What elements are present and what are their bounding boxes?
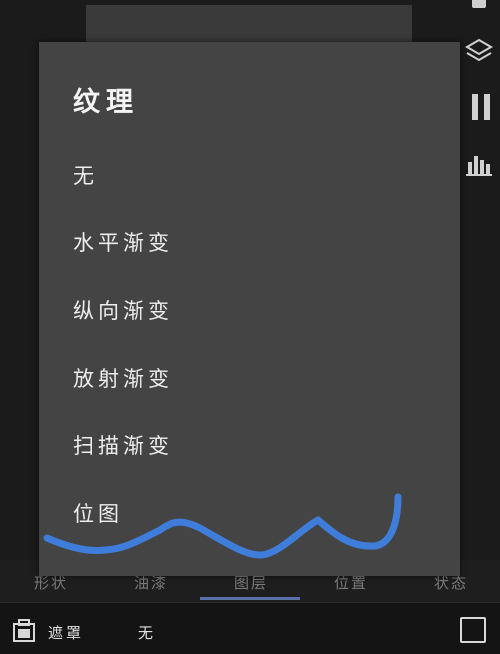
mask-value[interactable]: 无 [138,622,153,643]
option-bitmap[interactable]: 位图 [73,498,123,528]
tool-icon[interactable] [464,0,494,18]
option-radial-gradient[interactable]: 放射渐变 [73,363,173,393]
dialog-title: 纹理 [73,87,139,118]
option-none[interactable]: 无 [73,160,98,190]
active-tab-indicator [200,597,300,600]
option-horizontal-gradient[interactable]: 水平渐变 [73,227,173,257]
stats-icon[interactable] [464,148,494,178]
checkbox[interactable] [460,617,486,643]
option-sweep-gradient[interactable]: 扫描渐变 [73,430,173,460]
texture-dialog: 纹理 无 水平渐变 纵向渐变 放射渐变 扫描渐变 位图 [39,42,460,576]
layers-icon[interactable] [464,36,494,66]
mask-row: 遮罩 无 [0,602,500,654]
mask-label: 遮罩 [48,624,85,642]
mask-icon[interactable] [12,619,36,643]
option-vertical-gradient[interactable]: 纵向渐变 [73,295,173,325]
bars-icon[interactable] [464,90,494,120]
